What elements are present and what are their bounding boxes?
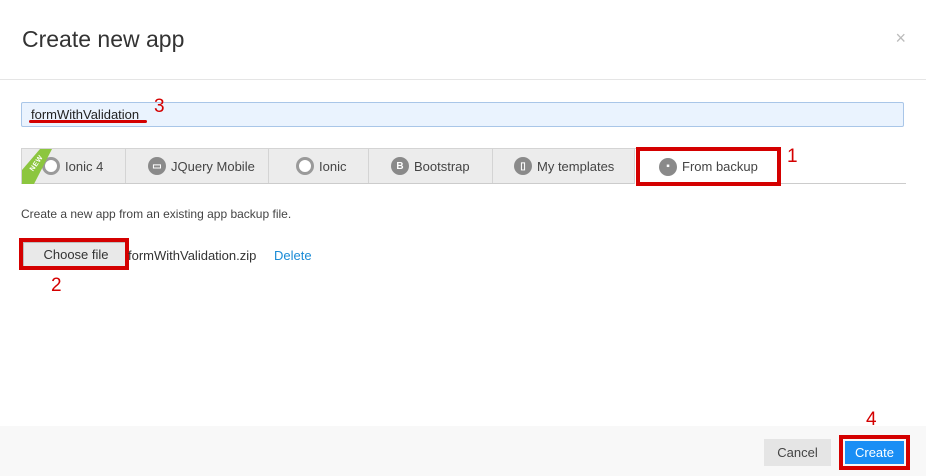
dialog-title: Create new app xyxy=(22,26,185,52)
cancel-button[interactable]: Cancel xyxy=(764,439,831,466)
annotation-number-2: 2 xyxy=(51,275,62,296)
dialog-header: Create new app × xyxy=(0,0,926,80)
delete-file-link[interactable]: Delete xyxy=(274,248,312,263)
tab-jquery-mobile[interactable]: ▭ JQuery Mobile xyxy=(125,148,269,183)
close-icon[interactable]: × xyxy=(895,28,906,48)
annotation-highlight-create xyxy=(839,435,910,470)
tab-label: My templates xyxy=(537,158,615,174)
tab-my-templates[interactable]: ▯ My templates xyxy=(492,148,635,183)
annotation-highlight-choose-file xyxy=(19,238,129,270)
annotation-number-1: 1 xyxy=(787,146,798,167)
templates-icon: ▯ xyxy=(514,157,532,175)
backup-description: Create a new app from an existing app ba… xyxy=(21,207,292,221)
annotation-underline xyxy=(29,120,147,123)
jquery-mobile-icon: ▭ xyxy=(148,157,166,175)
tab-label: Ionic xyxy=(319,158,347,174)
tab-label: Ionic 4 xyxy=(65,158,104,174)
tab-label: Bootstrap xyxy=(414,158,470,174)
bootstrap-icon: B xyxy=(391,157,409,175)
tab-ionic-4[interactable]: NEW Ionic 4 xyxy=(21,148,126,184)
tab-ionic[interactable]: Ionic xyxy=(268,148,369,183)
annotation-highlight-from-backup xyxy=(636,147,781,186)
selected-file-name: formWithValidation.zip xyxy=(128,248,257,263)
annotation-number-4: 4 xyxy=(866,409,877,430)
annotation-number-3: 3 xyxy=(154,96,165,117)
ionic-icon xyxy=(296,157,314,175)
tab-label: JQuery Mobile xyxy=(171,158,255,174)
tab-bootstrap[interactable]: B Bootstrap xyxy=(368,148,493,183)
